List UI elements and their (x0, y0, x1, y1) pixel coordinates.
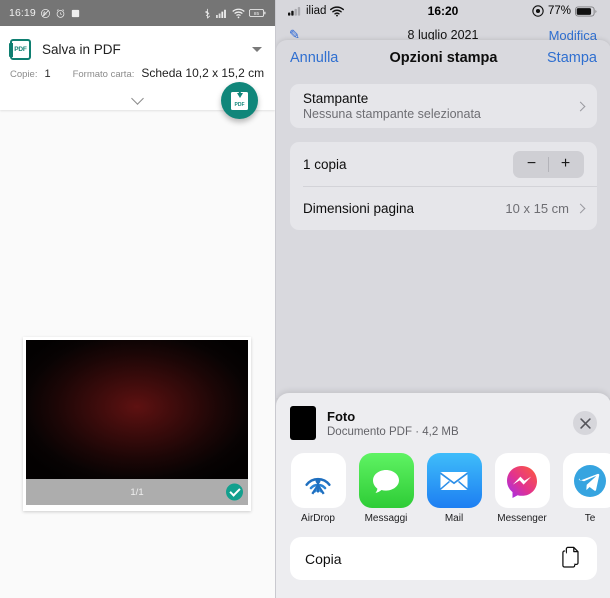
alarm-icon (55, 8, 66, 19)
ios-modal-navbar: Annulla Opzioni stampa Stampa (276, 40, 610, 76)
ios-print-panel: iliad 16:20 77% ✎ 8 luglio 2021 Modifica (275, 0, 610, 598)
document-thumbnail (290, 406, 316, 440)
copies-cell: 1 copia − + (290, 142, 597, 186)
printer-group: Stampante Nessuna stampante selezionata (290, 84, 597, 128)
share-target-label: Messenger (497, 513, 547, 524)
print-settings-group: 1 copia − + Dimensioni pagina 10 x 15 cm (290, 142, 597, 230)
android-status-right: 85 (203, 8, 266, 19)
document-meta: Foto Documento PDF · 4,2 MB (327, 409, 459, 438)
mute-icon (40, 8, 51, 19)
mail-icon (426, 453, 482, 508)
messenger-icon (494, 453, 550, 508)
share-target-messenger[interactable]: Messenger (494, 453, 550, 524)
page-selected-check-icon[interactable] (226, 483, 243, 501)
increment-copies-button[interactable]: + (549, 152, 582, 177)
android-preview-area: 1/1 (0, 110, 275, 598)
share-sheet-header: Foto Documento PDF · 4,2 MB (276, 393, 610, 449)
paper-format-value[interactable]: Scheda 10,2 x 15,2 cm (141, 66, 264, 80)
page-size-cell[interactable]: Dimensioni pagina 10 x 15 cm (290, 186, 597, 230)
chevron-down-expand-icon (131, 91, 144, 105)
printer-cell-text: Stampante Nessuna stampante selezionata (303, 91, 481, 121)
copies-stepper: − + (513, 150, 584, 178)
svg-text:85: 85 (254, 11, 260, 17)
share-target-label: Messaggi (364, 513, 408, 524)
share-target-messages[interactable]: Messaggi (358, 453, 414, 524)
page-preview-image (26, 340, 248, 479)
android-print-target-label: Salva in PDF (42, 41, 121, 57)
share-app-row[interactable]: AirDrop Messaggi Mail Messenger Te (276, 449, 610, 524)
android-printer-row[interactable]: PDF Salva in PDF (9, 34, 265, 64)
printer-cell[interactable]: Stampante Nessuna stampante selezionata (290, 84, 597, 128)
messages-icon (358, 453, 414, 508)
ios-print-options-modal: Annulla Opzioni stampa Stampa Stampante … (276, 40, 610, 398)
close-icon[interactable] (573, 411, 597, 435)
paper-format-label: Formato carta: (72, 69, 135, 80)
copy-icon (561, 545, 582, 573)
battery-icon: 85 (248, 8, 266, 18)
document-subtitle: Documento PDF · 4,2 MB (327, 425, 459, 438)
share-target-label: AirDrop (301, 513, 335, 524)
share-target-airdrop[interactable]: AirDrop (290, 453, 346, 524)
cellular-signal-icon (216, 8, 228, 19)
share-target-mail[interactable]: Mail (426, 453, 482, 524)
decrement-copies-button[interactable]: − (515, 152, 548, 177)
split-screenshot-stage: 16:19 85 PDF Salva in PDF Copie: 1 Forma… (0, 0, 610, 598)
copies-value[interactable]: 1 (44, 68, 50, 80)
wifi-icon (232, 8, 245, 19)
page-size-value: 10 x 15 cm (505, 200, 569, 216)
airdrop-icon (290, 453, 346, 508)
android-status-left: 16:19 (9, 7, 81, 19)
android-clock: 16:19 (9, 7, 36, 19)
fab-pdf-text: PDF (234, 102, 245, 108)
share-target-telegram[interactable]: Te (562, 453, 610, 524)
android-print-panel: 16:19 85 PDF Salva in PDF Copie: 1 Forma… (0, 0, 275, 598)
telegram-icon (562, 453, 610, 508)
copies-label: Copie: (10, 69, 38, 80)
page-preview-card[interactable]: 1/1 (23, 337, 251, 511)
copy-action-row[interactable]: Copia (290, 537, 597, 580)
screenshot-icon (70, 8, 81, 19)
page-preview-footer: 1/1 (26, 479, 248, 505)
page-indicator: 1/1 (130, 486, 144, 498)
pdf-badge-text: PDF (14, 45, 27, 53)
share-target-label: Mail (444, 513, 464, 524)
save-pdf-fab-button[interactable]: PDF (221, 82, 258, 119)
printer-subtitle: Nessuna stampante selezionata (303, 107, 481, 121)
android-status-bar: 16:19 85 (0, 0, 275, 26)
share-target-label: Te (584, 513, 596, 524)
chevron-down-icon[interactable] (252, 46, 262, 52)
pdf-file-icon: PDF (9, 38, 31, 60)
ios-share-sheet: Foto Documento PDF · 4,2 MB AirDrop Mess… (276, 393, 610, 598)
chevron-right-icon (575, 101, 586, 111)
ios-clock: 16:20 (427, 4, 459, 18)
chevron-right-icon (575, 203, 586, 213)
print-button[interactable]: Stampa (547, 50, 597, 66)
copies-title: 1 copia (303, 156, 347, 172)
copy-action-label: Copia (305, 550, 342, 567)
download-arrow (236, 92, 243, 98)
document-name: Foto (327, 408, 356, 424)
printer-title: Stampante (303, 91, 369, 106)
page-size-title: Dimensioni pagina (303, 200, 415, 216)
ios-status-bar: iliad 16:20 77% (276, 0, 610, 22)
pdf-download-icon: PDF (231, 91, 248, 110)
bluetooth-icon (203, 8, 212, 19)
